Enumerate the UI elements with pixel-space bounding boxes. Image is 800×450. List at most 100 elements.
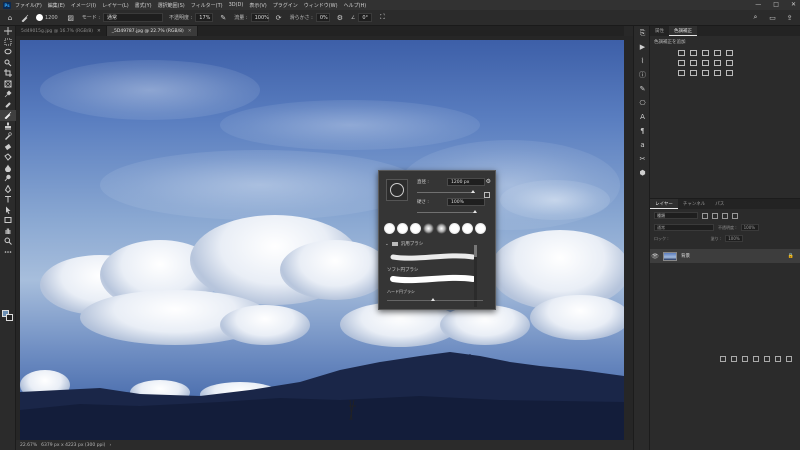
history-icon[interactable]: ⎘ [634,26,651,40]
flow-field[interactable]: 100% [250,13,269,22]
adjustment-layer-icon[interactable] [753,356,759,362]
brush-preset[interactable] [462,223,473,234]
brush-settings-icon[interactable]: ✎ [634,82,651,96]
move-tool-icon[interactable] [0,26,16,37]
path-select-tool-icon[interactable] [0,205,16,216]
blend-mode-select[interactable]: 通常 [654,224,714,231]
menu-image[interactable]: イメージ(I) [71,2,96,9]
blur-tool-icon[interactable] [0,163,16,174]
hue-saturation-icon[interactable] [678,60,685,66]
filter-type-icon[interactable] [722,212,728,219]
workspace-icon[interactable]: ▭ [768,13,777,22]
channel-mixer-icon[interactable] [726,60,733,66]
fx-icon[interactable] [731,356,737,362]
pressure-opacity-icon[interactable]: ✎ [218,13,228,23]
layer-filter-select[interactable]: 種類 [654,212,698,219]
smoothing-settings-icon[interactable]: ⚙ [335,13,345,23]
photo-filter-icon[interactable] [714,60,721,66]
glyphs-icon[interactable]: a [634,138,651,152]
brush-tool-icon[interactable] [20,13,30,23]
menu-3d[interactable]: 3D(D) [229,2,244,8]
brush-preset[interactable] [436,223,447,234]
filter-shape-icon[interactable] [732,212,738,219]
brush-panel-icon[interactable]: ⌇ [634,54,651,68]
menu-edit[interactable]: 編集(E) [48,2,65,9]
opacity-field[interactable]: 17% [195,13,214,22]
brush-preset[interactable] [423,223,434,234]
layer-opacity-field[interactable]: 100% [740,224,759,231]
tab-channels[interactable]: チャンネル [678,199,710,209]
brightness-icon[interactable] [678,50,685,56]
brush-preset[interactable] [384,223,395,234]
close-icon[interactable]: ✕ [97,29,101,34]
lasso-tool-icon[interactable] [0,47,16,58]
filter-adjust-icon[interactable] [712,212,718,219]
brush-preset[interactable] [449,223,460,234]
paragraph-icon[interactable]: ¶ [634,124,651,138]
trash-icon[interactable] [786,356,792,362]
vibrance-icon[interactable] [726,50,733,56]
3d-icon[interactable]: ⬢ [634,166,651,180]
brush-preset[interactable] [397,223,408,234]
quick-select-tool-icon[interactable] [0,58,16,69]
eraser-tool-icon[interactable] [0,142,16,153]
color-balance-icon[interactable] [690,60,697,66]
maximize-button[interactable]: □ [773,1,779,8]
black-white-icon[interactable] [702,60,709,66]
brush-angle-preview[interactable] [386,179,408,201]
home-icon[interactable]: ⌂ [5,13,15,23]
hardness-field[interactable]: 100% [447,198,485,206]
fill-field[interactable]: 100% [725,235,744,242]
brush-settings-icon[interactable]: ▨ [66,13,76,23]
link-icon[interactable] [720,356,726,362]
clone-source-icon[interactable]: ⎔ [634,96,651,110]
clone-stamp-tool-icon[interactable] [0,121,16,132]
brush-preset[interactable] [410,223,421,234]
pen-tool-icon[interactable] [0,184,16,195]
gear-icon[interactable]: ⚙ [486,178,491,185]
type-tool-icon[interactable] [0,194,16,205]
eyedropper-tool-icon[interactable] [0,89,16,100]
crop-tool-icon[interactable] [0,68,16,79]
angle-field[interactable]: 0° [358,13,373,22]
brush-list-scrollbar[interactable] [474,245,477,307]
character-icon[interactable]: A [634,110,651,124]
menu-file[interactable]: ファイル(F) [15,2,42,9]
history-brush-tool-icon[interactable] [0,131,16,142]
marquee-tool-icon[interactable] [0,37,16,48]
tab-document-1[interactable]: 5d49015g.jpg @ 16.7% (RGB/8) ✕ [16,26,107,36]
tab-paths[interactable]: パス [710,199,729,209]
minimize-button[interactable]: — [755,1,761,8]
frame-tool-icon[interactable] [0,79,16,90]
gradient-map-icon[interactable] [714,70,721,76]
invert-icon[interactable] [678,70,685,76]
menu-plugins[interactable]: プラグイン [273,2,298,9]
brush-preset-picker[interactable]: 1200 [36,14,61,21]
menu-layer[interactable]: レイヤー(L) [102,2,129,9]
document-canvas[interactable] [20,40,624,440]
group-icon[interactable] [764,356,770,362]
hand-tool-icon[interactable] [0,226,16,237]
more-tools-icon[interactable] [0,247,16,258]
tab-document-2[interactable]: _5D49787.jpg @ 22.7% (RGB/8) ✕ [106,26,198,36]
preview-size-slider[interactable] [387,298,483,301]
tab-properties[interactable]: 属性 [650,26,669,36]
close-window-button[interactable]: ✕ [791,1,796,8]
mode-select[interactable]: 通常 [103,13,164,22]
levels-icon[interactable] [690,50,697,56]
healing-brush-tool-icon[interactable] [0,100,16,111]
share-icon[interactable]: ⇪ [785,13,794,22]
menu-help[interactable]: ヘルプ(H) [344,2,367,9]
dodge-tool-icon[interactable] [0,173,16,184]
tools-icon[interactable]: ✂ [634,152,651,166]
menu-view[interactable]: 表示(V) [249,2,266,9]
close-icon[interactable]: ✕ [188,29,192,34]
info-icon[interactable]: ⓘ [634,68,651,82]
new-layer-icon[interactable] [775,356,781,362]
hardness-slider[interactable] [417,210,477,213]
chevron-right-icon[interactable]: › [109,443,111,448]
search-icon[interactable]: ⌕ [751,13,760,22]
curves-icon[interactable] [702,50,709,56]
zoom-tool-icon[interactable] [0,236,16,247]
layer-row-background[interactable]: 👁 背景 🔒 [650,249,800,263]
